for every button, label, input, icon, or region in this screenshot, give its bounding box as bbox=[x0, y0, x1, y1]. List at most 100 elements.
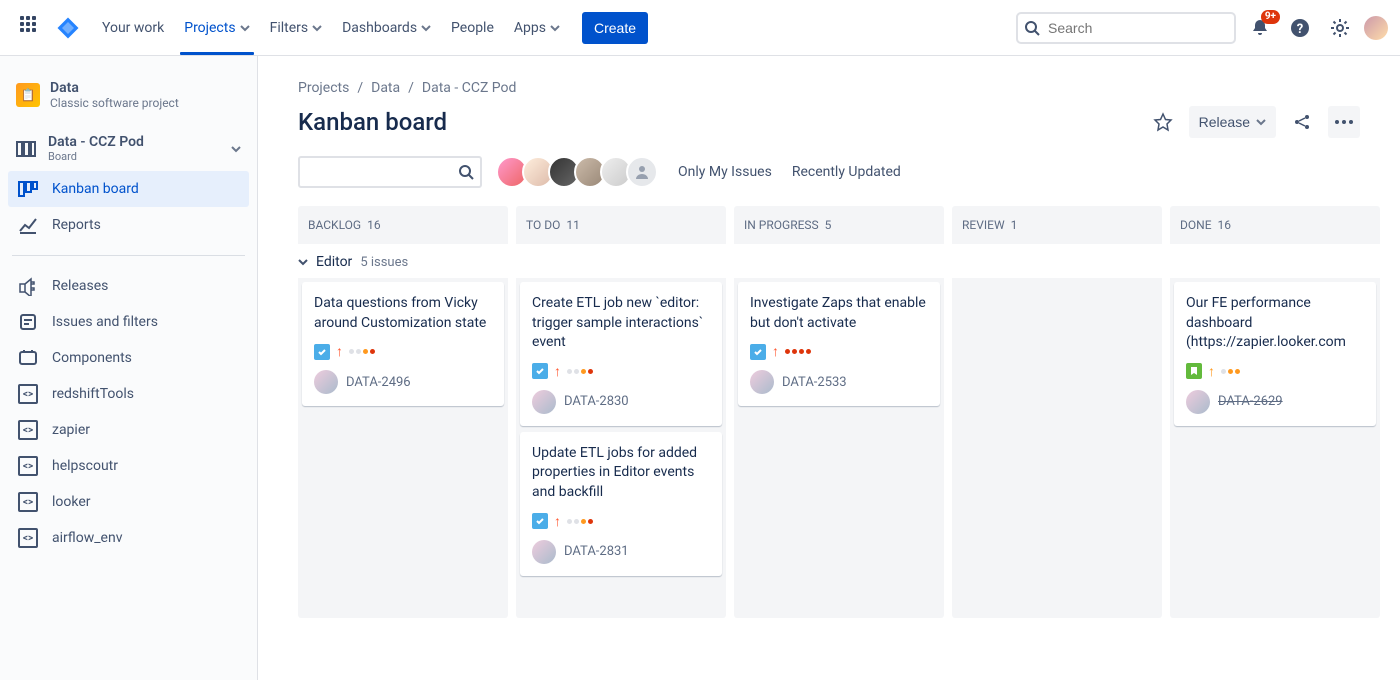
swimlane-lanes: Data questions from Vicky around Customi… bbox=[298, 278, 1360, 618]
lane-inprogress[interactable]: Investigate Zaps that enable but don't a… bbox=[734, 278, 944, 618]
shortcut-icon: <> bbox=[18, 456, 38, 476]
settings-button[interactable] bbox=[1324, 12, 1356, 44]
star-button[interactable] bbox=[1147, 106, 1179, 138]
user-avatar[interactable] bbox=[1364, 16, 1388, 40]
sidebar-helpscoutr[interactable]: <> helpscoutr bbox=[8, 448, 249, 484]
create-button[interactable]: Create bbox=[582, 12, 648, 44]
priority-icon: ↑ bbox=[1208, 363, 1215, 380]
help-button[interactable]: ? bbox=[1284, 12, 1316, 44]
days-dots bbox=[349, 349, 375, 354]
lane-todo[interactable]: Create ETL job new `editor: trigger samp… bbox=[516, 278, 726, 618]
swimlane-name: Editor bbox=[316, 254, 352, 270]
priority-icon: ↑ bbox=[554, 513, 561, 530]
breadcrumb: Projects / Data / Data - CCZ Pod bbox=[298, 80, 1360, 96]
nav-projects[interactable]: Projects bbox=[174, 0, 259, 55]
lane-done[interactable]: Our FE performance dashboard (https://za… bbox=[1170, 278, 1380, 618]
sidebar-reports[interactable]: Reports bbox=[8, 207, 249, 243]
nav-dashboards[interactable]: Dashboards bbox=[332, 0, 441, 55]
nav-items: Your work Projects Filters Dashboards Pe… bbox=[92, 0, 648, 55]
assignee-avatar[interactable] bbox=[532, 390, 556, 414]
notification-badge: 9+ bbox=[1261, 10, 1280, 24]
sidebar-looker[interactable]: <> looker bbox=[8, 484, 249, 520]
nav-your-work[interactable]: Your work bbox=[92, 0, 174, 55]
issue-card[interactable]: Update ETL jobs for added properties in … bbox=[520, 432, 722, 576]
issue-key[interactable]: DATA-2830 bbox=[564, 394, 629, 409]
global-search bbox=[1016, 12, 1236, 44]
lane-review[interactable] bbox=[952, 278, 1162, 618]
board-icon bbox=[16, 139, 36, 159]
filter-my-issues[interactable]: Only My Issues bbox=[678, 164, 772, 180]
chevron-down-icon bbox=[550, 23, 560, 33]
sidebar-zapier[interactable]: <> zapier bbox=[8, 412, 249, 448]
nav-people[interactable]: People bbox=[441, 0, 504, 55]
card-title: Update ETL jobs for added properties in … bbox=[532, 444, 710, 503]
crumb-sep: / bbox=[408, 80, 414, 96]
sidebar-issues[interactable]: Issues and filters bbox=[8, 304, 249, 340]
issue-card[interactable]: Create ETL job new `editor: trigger samp… bbox=[520, 282, 722, 426]
issue-card[interactable]: Investigate Zaps that enable but don't a… bbox=[738, 282, 940, 406]
sidebar-kanban[interactable]: Kanban board bbox=[8, 171, 249, 207]
board-selector[interactable]: Data - CCZ Pod Board bbox=[8, 126, 249, 171]
task-icon bbox=[314, 344, 330, 360]
issue-card[interactable]: Data questions from Vicky around Customi… bbox=[302, 282, 504, 406]
days-dots bbox=[1221, 369, 1240, 374]
notifications-button[interactable]: 9+ bbox=[1244, 12, 1276, 44]
priority-icon: ↑ bbox=[336, 343, 343, 360]
board-search bbox=[298, 156, 482, 188]
jira-logo-icon[interactable] bbox=[56, 16, 80, 40]
task-icon bbox=[750, 344, 766, 360]
card-title: Our FE performance dashboard (https://za… bbox=[1186, 294, 1364, 353]
sidebar-redshifttools[interactable]: <> redshiftTools bbox=[8, 376, 249, 412]
shortcut-icon: <> bbox=[18, 492, 38, 512]
issues-icon bbox=[18, 312, 38, 332]
app-switcher-icon[interactable] bbox=[20, 16, 44, 40]
issue-key[interactable]: DATA-2831 bbox=[564, 544, 629, 559]
nav-filters[interactable]: Filters bbox=[260, 0, 333, 55]
priority-icon: ↑ bbox=[772, 343, 779, 360]
col-head-todo[interactable]: TO DO11 bbox=[516, 206, 726, 244]
story-icon bbox=[1186, 363, 1202, 379]
assignee-avatar[interactable] bbox=[314, 370, 338, 394]
reports-icon bbox=[18, 215, 38, 235]
title-bar: Kanban board Release bbox=[298, 106, 1360, 138]
crumb-board[interactable]: Data - CCZ Pod bbox=[422, 80, 517, 96]
kanban-icon bbox=[18, 179, 38, 199]
dots-icon bbox=[1335, 120, 1353, 124]
main-content: Projects / Data / Data - CCZ Pod Kanban … bbox=[258, 56, 1400, 680]
chevron-down-icon bbox=[298, 257, 308, 267]
more-button[interactable] bbox=[1328, 106, 1360, 138]
assignee-avatar[interactable] bbox=[750, 370, 774, 394]
issue-key[interactable]: DATA-2533 bbox=[782, 375, 847, 390]
assignee-avatar[interactable] bbox=[1186, 390, 1210, 414]
sidebar-airflow[interactable]: <> airflow_env bbox=[8, 520, 249, 556]
project-header[interactable]: 📋 Data Classic software project bbox=[8, 76, 249, 126]
days-dots bbox=[567, 519, 593, 524]
card-title: Investigate Zaps that enable but don't a… bbox=[750, 294, 928, 333]
assignee-avatar[interactable] bbox=[532, 540, 556, 564]
lane-backlog[interactable]: Data questions from Vicky around Customi… bbox=[298, 278, 508, 618]
search-input[interactable] bbox=[1016, 12, 1236, 44]
col-head-backlog[interactable]: BACKLOG16 bbox=[298, 206, 508, 244]
share-icon bbox=[1292, 112, 1312, 132]
title-tools: Release bbox=[1147, 106, 1360, 138]
board-sub: Board bbox=[48, 150, 144, 163]
release-button[interactable]: Release bbox=[1189, 106, 1276, 138]
nav-apps[interactable]: Apps bbox=[504, 0, 570, 55]
task-icon bbox=[532, 513, 548, 529]
col-head-inprogress[interactable]: IN PROGRESS5 bbox=[734, 206, 944, 244]
sidebar-releases[interactable]: Releases bbox=[8, 268, 249, 304]
board-search-input[interactable] bbox=[298, 156, 482, 188]
filter-recently-updated[interactable]: Recently Updated bbox=[792, 164, 901, 180]
issue-key[interactable]: DATA-2496 bbox=[346, 375, 411, 390]
sidebar-components[interactable]: Components bbox=[8, 340, 249, 376]
releases-icon bbox=[18, 276, 38, 296]
swimlane-toggle[interactable]: Editor 5 issues bbox=[298, 254, 1360, 270]
issue-card[interactable]: Our FE performance dashboard (https://za… bbox=[1174, 282, 1376, 426]
col-head-review[interactable]: REVIEW1 bbox=[952, 206, 1162, 244]
crumb-projects[interactable]: Projects bbox=[298, 80, 349, 96]
add-people-button[interactable] bbox=[626, 156, 658, 188]
crumb-data[interactable]: Data bbox=[371, 80, 400, 96]
col-head-done[interactable]: DONE16 bbox=[1170, 206, 1380, 244]
issue-key[interactable]: DATA-2629 bbox=[1218, 394, 1283, 409]
share-button[interactable] bbox=[1286, 106, 1318, 138]
